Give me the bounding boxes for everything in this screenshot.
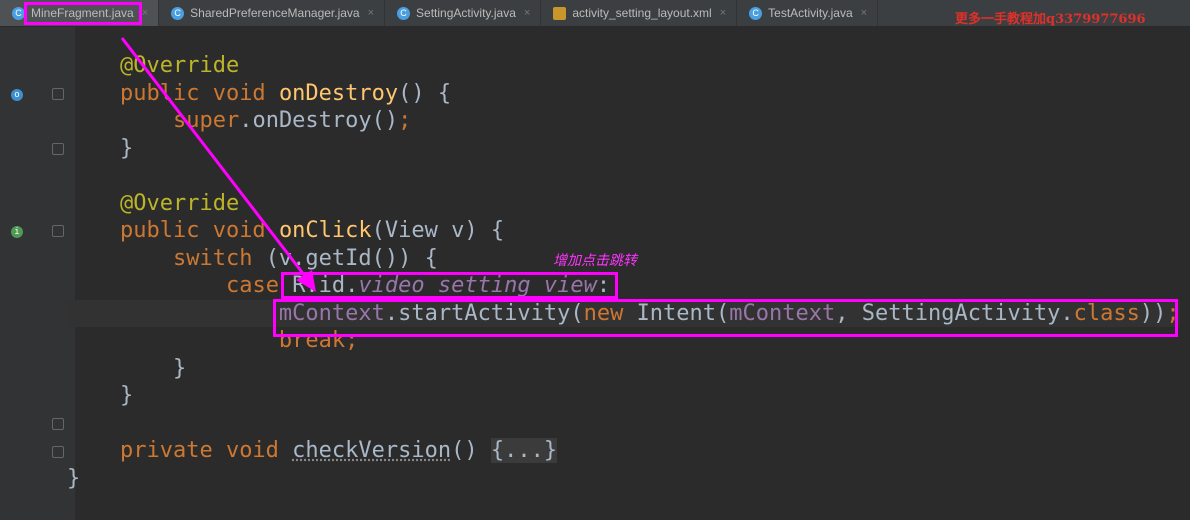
annotation-arrow — [120, 37, 316, 292]
